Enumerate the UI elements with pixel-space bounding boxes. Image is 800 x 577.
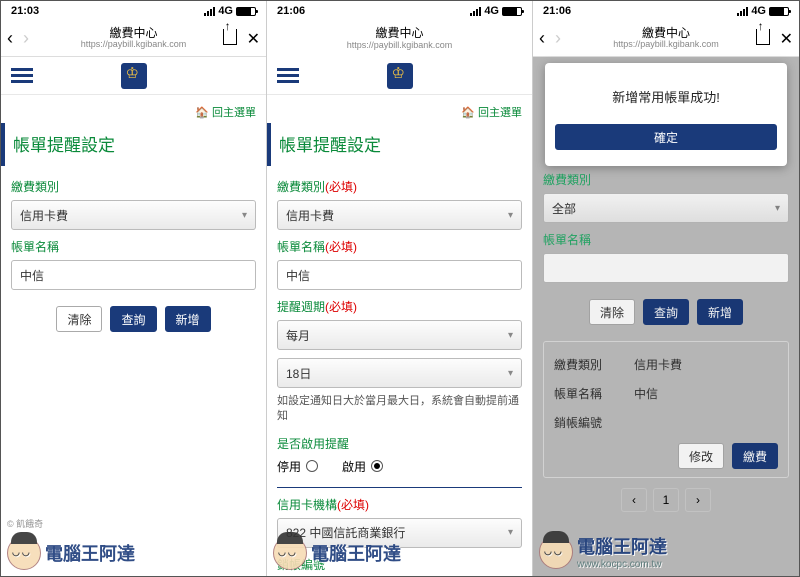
bank-logo [121,63,147,89]
network-label: 4G [484,5,499,17]
menu-icon[interactable] [277,68,299,83]
label-remind-cycle: 提醒週期(必填) [277,298,522,315]
clear-button[interactable]: 清除 [589,299,635,325]
result-card: 繳費類別信用卡費 帳單名稱中信 銷帳編號 修改 繳費 [543,341,789,478]
status-bar: 21:06 4G [267,1,532,21]
label-fee-type: 繳費類別 [11,178,256,195]
pagination: ‹ 1 › [543,488,789,512]
page-url: https://paybill.kgibank.com [51,40,216,50]
address-title[interactable]: 繳費中心 https://paybill.kgibank.com [51,27,216,50]
battery-icon [769,7,789,16]
select-fee-type[interactable]: 全部 [543,193,789,223]
label-bill-name: 帳單名稱 [543,231,789,248]
nav-back-icon[interactable]: ‹ [539,28,545,49]
label-bill-name: 帳單名稱(必填) [277,238,522,255]
app-header [267,57,532,95]
browser-header: ‹ › 繳費中心 https://paybill.kgibank.com ✕ [1,21,266,57]
share-icon[interactable] [756,29,770,45]
pay-button[interactable]: 繳費 [732,443,778,469]
divider [277,487,522,488]
label-enable: 是否啟用提醒 [277,435,522,452]
radio-enable[interactable]: 啟用 [342,458,383,475]
signal-icon [737,7,748,16]
address-title[interactable]: 繳費中心 https://paybill.kgibank.com [583,27,749,50]
label-card-bank: 信用卡機構(必填) [277,496,522,513]
network-label: 4G [218,5,233,17]
input-bill-name[interactable]: 中信 [277,260,522,290]
page-name: 繳費中心 [317,27,482,40]
select-cycle[interactable]: 每月 [277,320,522,350]
query-button[interactable]: 查詢 [643,299,689,325]
label-account-no: 銷帳編號 [277,556,522,573]
input-bill-name[interactable] [543,253,789,283]
radio-disable[interactable]: 停用 [277,458,318,475]
modal-message: 新增常用帳單成功! [555,87,777,106]
select-fee-type[interactable]: 信用卡費 [11,200,256,230]
share-icon[interactable] [223,29,237,45]
mascot-icon [7,536,41,570]
status-time: 21:06 [277,5,305,17]
input-bill-name[interactable]: 中信 [11,260,256,290]
modal-ok-button[interactable]: 確定 [555,124,777,150]
close-icon[interactable]: ✕ [780,29,793,49]
label-fee-type: 繳費類別(必填) [277,178,522,195]
browser-header: ‹ › 繳費中心 https://paybill.kgibank.com ✕ [533,21,799,57]
signal-icon [204,7,215,16]
menu-icon[interactable] [11,68,33,83]
battery-icon [502,7,522,16]
page-title: 帳單提醒設定 [1,123,256,166]
signal-icon [470,7,481,16]
page-prev[interactable]: ‹ [621,488,647,512]
select-fee-type[interactable]: 信用卡費 [277,200,522,230]
screen-3: 21:06 4G ‹ › 繳費中心 https://paybill.kgiban… [533,1,799,576]
label-bill-name: 帳單名稱 [11,238,256,255]
edit-button[interactable]: 修改 [678,443,724,469]
nav-back-icon[interactable]: ‹ [7,28,13,49]
page-url: https://paybill.kgibank.com [317,41,482,51]
watermark-brand: 電腦王阿達 [7,536,135,570]
bank-logo [387,63,413,89]
clear-button[interactable]: 清除 [56,306,102,332]
enable-radio-group: 停用 啟用 [277,458,522,475]
browser-header: 繳費中心 https://paybill.kgibank.com [267,21,532,57]
battery-icon [236,7,256,16]
screen-1: 21:03 4G ‹ › 繳費中心 https://paybill.kgiban… [1,1,267,576]
back-to-main-link[interactable]: 🏠 回主選單 [11,101,256,123]
add-button[interactable]: 新增 [165,306,211,332]
cycle-note: 如設定通知日大於當月最大日，系統會自動提前通知 [277,394,522,425]
page-url: https://paybill.kgibank.com [583,40,749,50]
page-current: 1 [653,488,679,512]
back-to-main-link[interactable]: 🏠 回主選單 [277,101,522,123]
status-time: 21:03 [11,5,39,17]
status-time: 21:06 [543,5,571,17]
network-label: 4G [751,5,766,17]
page-next[interactable]: › [685,488,711,512]
query-button[interactable]: 查詢 [110,306,156,332]
select-card-bank[interactable]: 822 中國信託商業銀行 [277,518,522,548]
label-fee-type: 繳費類別 [543,171,789,188]
nav-forward-icon: › [23,28,29,49]
page-title: 帳單提醒設定 [267,123,522,166]
watermark-credit: © 飢餓奇 [7,517,43,530]
add-button[interactable]: 新增 [697,299,743,325]
nav-forward-icon: › [555,28,561,49]
success-modal: 新增常用帳單成功! 確定 [545,63,787,166]
address-title[interactable]: 繳費中心 https://paybill.kgibank.com [317,27,482,50]
screen-2: 21:06 4G 繳費中心 https://paybill.kgibank.co… [267,1,533,576]
select-day[interactable]: 18日 [277,358,522,388]
close-icon[interactable]: ✕ [247,29,260,49]
app-header [1,57,266,95]
